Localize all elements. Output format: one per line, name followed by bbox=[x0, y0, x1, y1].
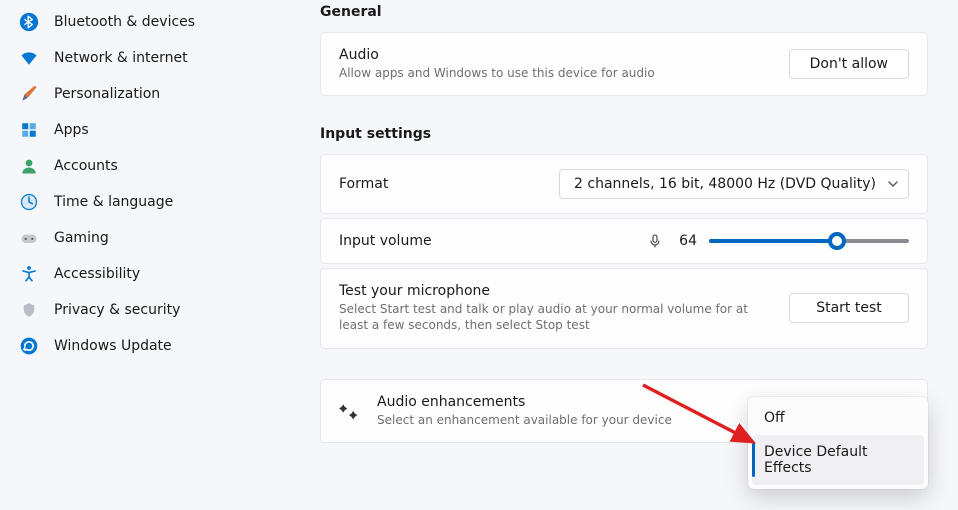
apps-icon bbox=[18, 119, 40, 141]
start-test-button[interactable]: Start test bbox=[789, 293, 909, 323]
sidebar-item-label: Privacy & security bbox=[54, 302, 180, 318]
dont-allow-button[interactable]: Don't allow bbox=[789, 49, 909, 79]
main-panel: General Audio Allow apps and Windows to … bbox=[290, 0, 958, 510]
card-input-volume: Input volume 64 bbox=[320, 218, 928, 264]
person-icon bbox=[18, 155, 40, 177]
enhancements-dropdown: Off Device Default Effects bbox=[748, 397, 928, 489]
section-general: General Audio Allow apps and Windows to … bbox=[320, 4, 928, 96]
sidebar-item-label: Time & language bbox=[54, 194, 173, 210]
enhancements-icon bbox=[339, 401, 359, 421]
card-title: Test your microphone bbox=[339, 283, 773, 299]
wifi-icon bbox=[18, 47, 40, 69]
sidebar-item-label: Gaming bbox=[54, 230, 109, 246]
sidebar-item-windows-update[interactable]: Windows Update bbox=[10, 328, 280, 364]
brush-icon bbox=[18, 83, 40, 105]
card-format: Format 2 channels, 16 bit, 48000 Hz (DVD… bbox=[320, 154, 928, 214]
sidebar-item-time-language[interactable]: Time & language bbox=[10, 184, 280, 220]
sidebar-item-bluetooth[interactable]: Bluetooth & devices bbox=[10, 4, 280, 40]
sidebar-item-label: Accessibility bbox=[54, 266, 140, 282]
sidebar-item-label: Network & internet bbox=[54, 50, 188, 66]
shield-icon bbox=[18, 299, 40, 321]
update-icon bbox=[18, 335, 40, 357]
sidebar-item-privacy[interactable]: Privacy & security bbox=[10, 292, 280, 328]
clock-globe-icon bbox=[18, 191, 40, 213]
dropdown-option-off[interactable]: Off bbox=[752, 401, 924, 435]
format-select-value: 2 channels, 16 bit, 48000 Hz (DVD Qualit… bbox=[574, 176, 876, 192]
slider-fill bbox=[709, 239, 837, 243]
dropdown-option-device-default[interactable]: Device Default Effects bbox=[752, 435, 924, 485]
bluetooth-icon bbox=[18, 11, 40, 33]
game-controller-icon bbox=[18, 227, 40, 249]
card-title: Format bbox=[339, 176, 559, 192]
sidebar-item-personalization[interactable]: Personalization bbox=[10, 76, 280, 112]
sidebar-item-gaming[interactable]: Gaming bbox=[10, 220, 280, 256]
volume-value: 64 bbox=[675, 233, 697, 249]
card-description: Select Start test and talk or play audio… bbox=[339, 301, 773, 333]
section-heading-general: General bbox=[320, 4, 928, 20]
volume-slider[interactable] bbox=[709, 239, 909, 243]
card-mic-test: Test your microphone Select Start test a… bbox=[320, 268, 928, 348]
sidebar-item-apps[interactable]: Apps bbox=[10, 112, 280, 148]
sidebar-item-label: Bluetooth & devices bbox=[54, 14, 195, 30]
format-select[interactable]: 2 channels, 16 bit, 48000 Hz (DVD Qualit… bbox=[559, 169, 909, 199]
sidebar-item-label: Apps bbox=[54, 122, 89, 138]
sidebar-item-label: Personalization bbox=[54, 86, 160, 102]
card-description: Allow apps and Windows to use this devic… bbox=[339, 65, 789, 81]
sidebar-item-accounts[interactable]: Accounts bbox=[10, 148, 280, 184]
sidebar-item-label: Accounts bbox=[54, 158, 118, 174]
card-title: Input volume bbox=[339, 233, 647, 249]
slider-thumb[interactable] bbox=[828, 232, 846, 250]
card-audio-permission: Audio Allow apps and Windows to use this… bbox=[320, 32, 928, 96]
microphone-icon bbox=[647, 233, 663, 249]
card-title: Audio bbox=[339, 47, 789, 63]
section-input-settings: Input settings Format 2 channels, 16 bit… bbox=[320, 126, 928, 348]
chevron-down-icon bbox=[888, 179, 898, 189]
section-heading-input: Input settings bbox=[320, 126, 928, 142]
sidebar: Bluetooth & devices Network & internet P… bbox=[0, 0, 290, 510]
sidebar-item-network[interactable]: Network & internet bbox=[10, 40, 280, 76]
sidebar-item-label: Windows Update bbox=[54, 338, 172, 354]
sidebar-item-accessibility[interactable]: Accessibility bbox=[10, 256, 280, 292]
accessibility-icon bbox=[18, 263, 40, 285]
